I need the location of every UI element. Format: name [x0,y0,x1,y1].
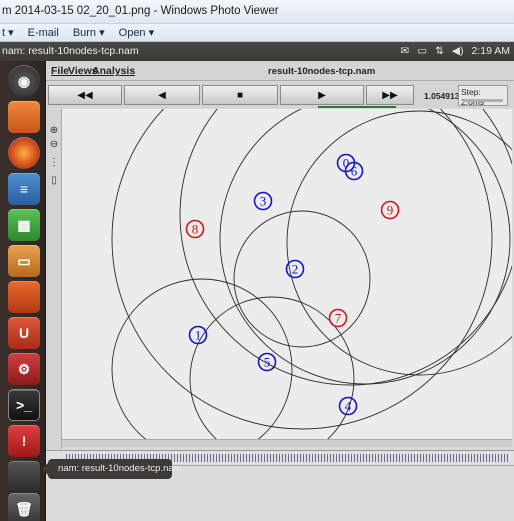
separator-icon: ⋮ [49,157,59,168]
node-label: 7 [335,311,342,326]
time-readout: 1.054913 [424,91,460,101]
terminal-icon[interactable]: >_ [8,389,40,421]
step-label: Step: 2.0ms [461,87,485,107]
ubuntu-one-icon[interactable]: U [8,317,40,349]
play-button[interactable]: ▶ [280,85,364,105]
node-label: 3 [260,194,267,209]
menu-analysis[interactable]: Analysis [92,65,135,77]
node-label: 6 [351,164,358,179]
node-3[interactable]: 3 [253,191,273,211]
node-1[interactable]: 1 [188,325,208,345]
firefox-icon[interactable] [8,137,40,169]
play-indicator [318,106,396,108]
node-label: 9 [387,203,394,218]
nam-filename: result-10nodes-tcp.nam [268,66,376,77]
step-slider[interactable] [463,99,503,102]
horizontal-scrollbar[interactable] [62,439,512,447]
menu-item-open[interactable]: Open ▾ [119,26,155,39]
trash-icon[interactable]: 🗑 [8,493,40,521]
range-circle [233,210,371,348]
node-label: 8 [192,222,199,237]
calc-icon[interactable]: ▦ [8,209,40,241]
photo-viewer-menubar: t ▾ E-mail Burn ▾ Open ▾ [0,24,514,42]
dash-icon[interactable]: ◉ [8,65,40,97]
step-control[interactable]: Step: 2.0ms [458,85,508,107]
zoom-in-icon[interactable]: ⊕ [48,125,60,137]
nam-menubar: File Views Analysis result-10nodes-tcp.n… [46,61,514,81]
node-label: 4 [345,399,352,414]
software-center-icon[interactable] [8,281,40,313]
files-icon[interactable] [8,101,40,133]
nam-window: File Views Analysis result-10nodes-tcp.n… [46,44,514,521]
range-circle [219,93,511,385]
nodes-layer: 0693827154 [185,153,400,416]
launcher-tooltip: nam: result-10nodes-tcp.nam [42,459,182,479]
mail-icon[interactable]: ✉ [400,45,409,57]
fast-forward-button[interactable]: ▶▶ [366,85,414,105]
network-icon[interactable]: ⇅ [435,45,444,57]
impress-icon[interactable]: ▭ [8,245,40,277]
rewind-button[interactable]: ◀◀ [48,85,122,105]
playback-controls: ◀◀ ◀ ■ ▶ ▶▶ 1.054913 Step: 2.0ms [46,82,514,108]
writer-icon[interactable]: ≡ [8,173,40,205]
unity-launcher: ◉ ≡ ▦ ▭ U ⚙ >_ ! 🗑 [0,61,46,521]
zoom-toolbar: ⊕ ⊖ ⋮ ▯ [46,109,62,449]
menu-item-burn[interactable]: Burn ▾ [73,26,105,39]
menu-item-email[interactable]: E-mail [28,27,59,39]
scroll-handle-icon[interactable]: ▯ [48,175,60,187]
system-tray: ✉ ▭ ⇅ ◀) 2:19 AM [400,45,510,57]
step-back-button[interactable]: ◀ [124,85,200,105]
settings-icon[interactable]: ⚙ [8,353,40,385]
volume-icon[interactable]: ◀) [452,45,464,57]
node-9[interactable]: 9 [380,200,400,220]
network-canvas[interactable]: 0693827154 [62,44,514,462]
menu-file[interactable]: File [51,65,69,77]
photo-viewer-title: m 2014-03-15 02_20_01.png - Windows Phot… [2,5,279,17]
node-4[interactable]: 4 [338,396,358,416]
menu-item-file[interactable]: t ▾ [2,26,14,39]
zoom-out-icon[interactable]: ⊖ [48,139,60,151]
node-5[interactable]: 5 [257,352,277,372]
clock[interactable]: 2:19 AM [471,45,510,57]
photo-viewer-titlebar: m 2014-03-15 02_20_01.png - Windows Phot… [0,0,514,24]
active-window-title: nam: result-10nodes-tcp.nam [2,45,139,57]
workspace-icon[interactable] [8,461,40,493]
update-icon[interactable]: ! [8,425,40,457]
node-8[interactable]: 8 [185,219,205,239]
node-2[interactable]: 2 [285,259,305,279]
battery-icon[interactable]: ▭ [417,45,427,57]
topology-svg: 0693827154 [111,44,514,462]
ubuntu-top-panel: nam: result-10nodes-tcp.nam ✉ ▭ ⇅ ◀) 2:1… [0,42,514,61]
node-label: 1 [195,328,202,343]
range-circle [111,48,493,430]
range-circle [286,110,514,376]
node-label: 2 [292,262,299,277]
node-label: 5 [264,355,271,370]
range-circles [111,44,514,462]
node-7[interactable]: 7 [328,308,348,328]
stop-button[interactable]: ■ [202,85,278,105]
